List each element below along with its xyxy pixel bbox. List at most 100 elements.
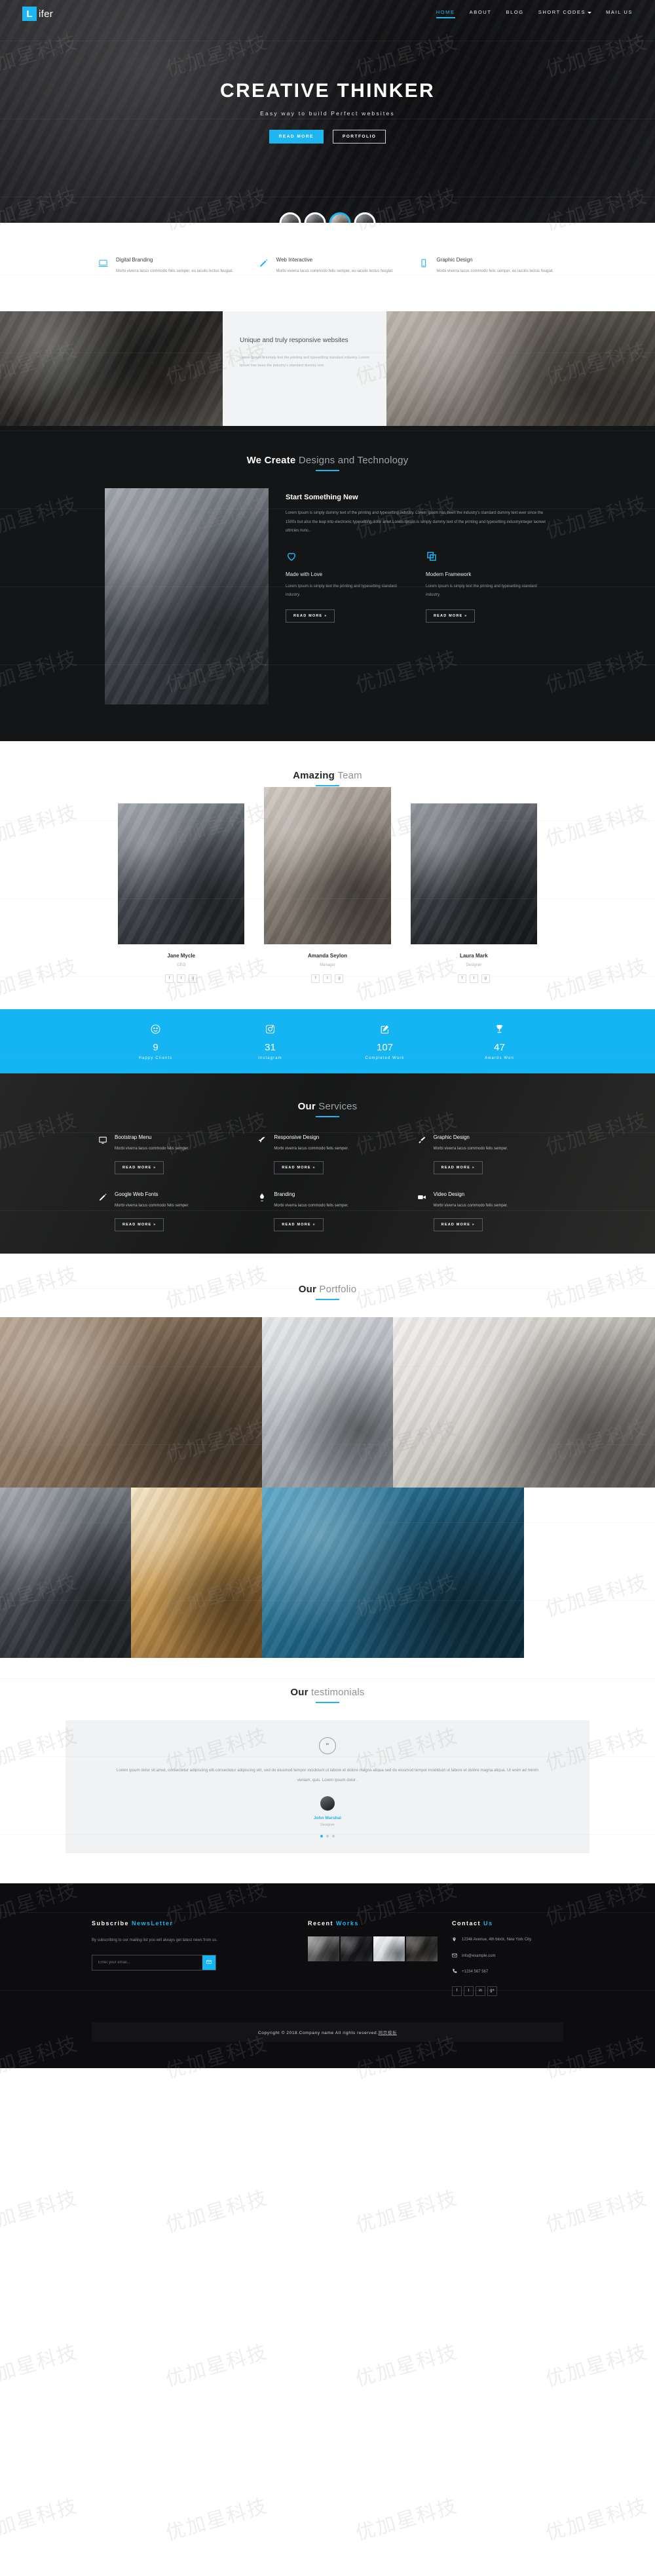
- service-read-more-button[interactable]: READ MORE »: [115, 1161, 164, 1174]
- contact-email[interactable]: info@example.com: [462, 1953, 495, 1961]
- facebook-icon[interactable]: f: [311, 974, 320, 983]
- facebook-icon[interactable]: f: [457, 974, 466, 983]
- team-member-name: Jane Mycle: [167, 952, 196, 959]
- carousel-dot-active[interactable]: [320, 1834, 323, 1837]
- avatar[interactable]: [279, 212, 301, 223]
- mobile-icon: [419, 257, 429, 286]
- service-read-more-button[interactable]: READ MORE »: [433, 1161, 483, 1174]
- portfolio-section: Our Portfolio: [0, 1253, 655, 1658]
- heading-light: Portfolio: [319, 1283, 357, 1295]
- heading-bold: Contact: [452, 1919, 481, 1927]
- facebook-icon[interactable]: f: [452, 1986, 462, 1996]
- avatar[interactable]: [354, 212, 376, 223]
- team-member-socials: f t g: [118, 974, 244, 983]
- heading-light: testimonials: [311, 1686, 365, 1698]
- we-create-photo: [105, 488, 269, 704]
- portfolio-tile[interactable]: [393, 1317, 655, 1488]
- stats-section: 9 Happy Clients 31 Instagram 107 Complet…: [0, 1009, 655, 1073]
- team-member-name: Amanda Seylon: [307, 952, 347, 959]
- footer-subscribe-column: Subscribe NewsLetter By subscribing to o…: [92, 1920, 295, 1996]
- google-plus-icon[interactable]: g+: [487, 1986, 497, 1996]
- stat-item: 107 Completed Work: [328, 1024, 442, 1060]
- we-create-card: Made with Love Lorem Ipsum is simply tex…: [286, 550, 410, 623]
- twitter-icon[interactable]: t: [177, 974, 186, 983]
- services-grid: Bootstrap Menu Morbi viverra lacus commo…: [98, 1134, 557, 1231]
- contact-phone[interactable]: +1234 567 567: [462, 1969, 488, 1977]
- work-thumbnail[interactable]: [373, 1936, 405, 1961]
- avatar-active[interactable]: [329, 212, 351, 223]
- google-icon[interactable]: g: [481, 974, 490, 983]
- nav-item-label: ABOUT: [469, 9, 492, 15]
- main-navbar: L ifer HOME ABOUT BLOG SHORT CODES MAIL …: [0, 0, 655, 28]
- heading-underline: [316, 1115, 339, 1117]
- twitter-icon[interactable]: t: [464, 1986, 474, 1996]
- copyright-link[interactable]: 网页模板: [379, 2031, 397, 2035]
- chevron-down-icon: [588, 11, 592, 14]
- nav-item-mail-us[interactable]: MAIL US: [606, 9, 633, 18]
- services-section: Our Services Bootstrap Menu Morbi viverr…: [0, 1073, 655, 1254]
- hero-read-more-button[interactable]: READ MORE: [269, 130, 324, 144]
- portfolio-tile[interactable]: [262, 1487, 524, 1658]
- service-title: Bootstrap Menu: [115, 1134, 152, 1140]
- service-text: Morbi viverra lacus commodo felis semper…: [274, 1203, 349, 1208]
- portfolio-heading: Our Portfolio: [0, 1284, 655, 1300]
- google-icon[interactable]: g: [189, 974, 198, 983]
- service-title: Google Web Fonts: [115, 1191, 159, 1197]
- twitter-icon[interactable]: t: [469, 974, 478, 983]
- service-title: Branding: [274, 1191, 295, 1197]
- work-thumbnail[interactable]: [406, 1936, 438, 1961]
- team-member-card: Laura Mark Designer f t g: [410, 803, 537, 983]
- linkedin-icon[interactable]: in: [476, 1986, 485, 1996]
- stat-value: 9: [153, 1041, 159, 1053]
- avatar[interactable]: [304, 212, 326, 223]
- logo-letter-badge: L: [22, 7, 37, 21]
- portfolio-grid: [0, 1317, 655, 1658]
- team-member-photo: [410, 803, 537, 944]
- portfolio-tile[interactable]: [131, 1487, 262, 1658]
- work-thumbnail[interactable]: [308, 1936, 339, 1961]
- nav-item-short-codes[interactable]: SHORT CODES: [538, 9, 592, 18]
- service-read-more-button[interactable]: READ MORE »: [433, 1218, 483, 1231]
- nav-item-about[interactable]: ABOUT: [470, 9, 492, 18]
- footer-recent-heading: Recent Works: [308, 1920, 439, 1927]
- newsletter-email-input[interactable]: [92, 1955, 202, 1970]
- nav-item-blog[interactable]: BLOG: [506, 9, 523, 18]
- stat-label: Awards Won: [485, 1056, 514, 1060]
- carousel-dot[interactable]: [326, 1834, 329, 1837]
- service-item: Bootstrap Menu Morbi viverra lacus commo…: [98, 1134, 238, 1174]
- portfolio-tile[interactable]: [0, 1487, 131, 1658]
- carousel-dot[interactable]: [332, 1834, 335, 1837]
- page-root: L ifer HOME ABOUT BLOG SHORT CODES MAIL …: [0, 0, 655, 2545]
- hero-subtitle: Easy way to build Perfect websites: [260, 110, 395, 117]
- hero-section: L ifer HOME ABOUT BLOG SHORT CODES MAIL …: [0, 0, 655, 223]
- newsletter-submit-button[interactable]: [202, 1955, 215, 1970]
- service-read-more-button[interactable]: READ MORE »: [115, 1218, 164, 1231]
- footer-contact-column: Contact Us 1234k Avenue, 4th block, New …: [452, 1920, 563, 1996]
- portfolio-tile[interactable]: [0, 1317, 262, 1488]
- card-read-more-button[interactable]: READ MORE »: [286, 609, 335, 623]
- card-read-more-button[interactable]: READ MORE »: [426, 609, 476, 623]
- facebook-icon[interactable]: f: [165, 974, 174, 983]
- nav-item-home[interactable]: HOME: [436, 9, 455, 18]
- heading-bold: Our: [290, 1686, 309, 1698]
- features-grid: Digital Branding Morbi viverra lacus com…: [98, 257, 557, 286]
- hero-portfolio-button[interactable]: PORTFOLIO: [332, 130, 386, 144]
- work-thumbnail[interactable]: [341, 1936, 372, 1961]
- heading-underline: [316, 1298, 339, 1300]
- logo[interactable]: L ifer: [22, 7, 53, 21]
- mail-icon: [452, 1953, 457, 1961]
- we-create-paragraph: Lorem Ipsum is simply dummy text of the …: [286, 510, 546, 533]
- team-member-card: Jane Mycle CEO f t g: [118, 803, 245, 983]
- portfolio-tile[interactable]: [262, 1317, 393, 1488]
- google-icon[interactable]: g: [335, 974, 344, 983]
- twitter-icon[interactable]: t: [323, 974, 332, 983]
- feature-item: Digital Branding Morbi viverra lacus com…: [98, 257, 236, 286]
- card-title: Made with Love: [286, 571, 323, 578]
- features-section: Digital Branding Morbi viverra lacus com…: [0, 223, 655, 311]
- location-pin-icon: [452, 1936, 457, 1946]
- service-read-more-button[interactable]: READ MORE »: [274, 1218, 324, 1231]
- feature-item: Graphic Design Morbi viverra lacus commo…: [419, 257, 557, 286]
- heading-bold: Recent: [308, 1919, 334, 1927]
- service-read-more-button[interactable]: READ MORE »: [274, 1161, 324, 1174]
- heading-accent: Us: [483, 1919, 493, 1927]
